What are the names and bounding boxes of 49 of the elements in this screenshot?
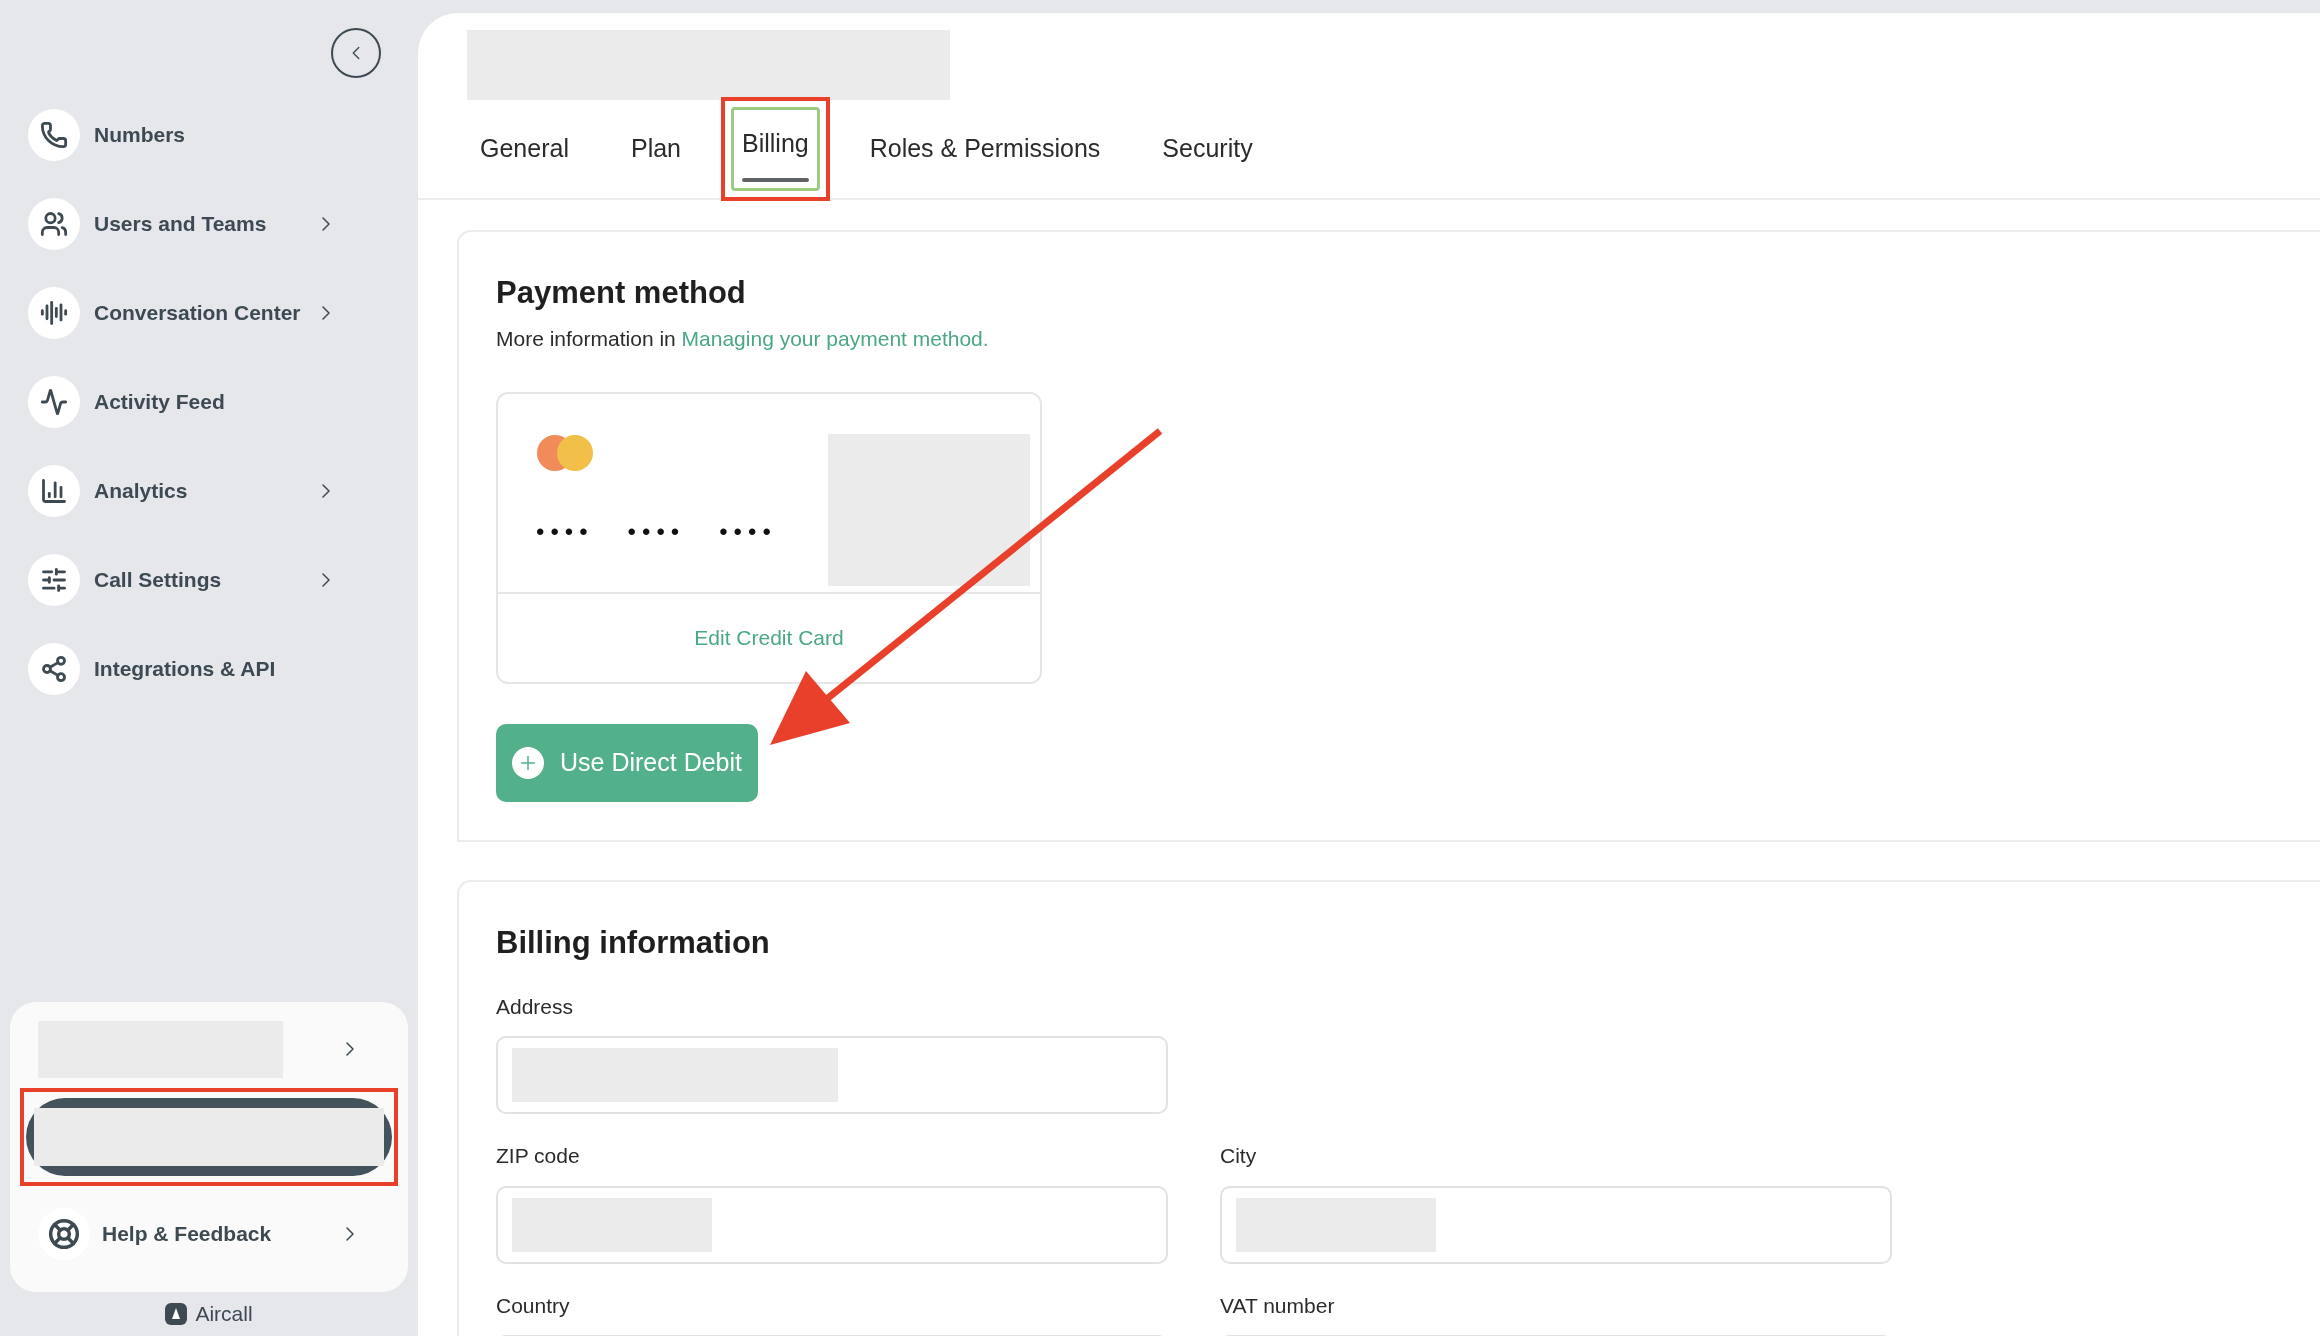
collapse-button[interactable] xyxy=(331,28,381,78)
logo-icon xyxy=(165,1303,188,1325)
sidebar-item[interactable]: Conversation Center xyxy=(0,268,418,357)
brand-name: Aircall xyxy=(195,1301,253,1328)
tab[interactable]: Plan xyxy=(608,107,703,191)
field-label: VAT number xyxy=(1220,1292,1336,1319)
field-label: ZIP code xyxy=(496,1143,581,1169)
tab[interactable]: Roles & Permissions xyxy=(847,107,1123,191)
sound-wave-icon xyxy=(40,298,68,327)
section-title: Billing information xyxy=(496,924,771,962)
sidebar-item[interactable]: Users and Teams xyxy=(0,179,418,268)
sidebar-item[interactable]: Help & Feedback xyxy=(20,1194,398,1274)
field-label: City xyxy=(1220,1143,1258,1169)
sidebar-item-label: Users and Teams xyxy=(94,210,267,237)
input-field[interactable] xyxy=(496,1185,1168,1264)
sidebar-item[interactable]: Numbers xyxy=(0,90,418,179)
account-switcher[interactable] xyxy=(26,1098,392,1176)
tab[interactable]: Security xyxy=(1140,107,1275,191)
nodes-icon xyxy=(40,654,68,683)
masked-digits: •••• xyxy=(536,517,594,547)
masked-digits: •••• xyxy=(719,517,777,547)
info-text: More information in Managing your payment method. xyxy=(496,325,990,352)
phone-icon xyxy=(40,120,68,149)
lifebuoy-icon xyxy=(48,1218,80,1250)
sidebar-item[interactable]: Analytics xyxy=(0,446,418,535)
plus-icon xyxy=(512,747,544,779)
sidebar-item-label: Call Settings xyxy=(94,566,222,593)
pulse-icon xyxy=(40,387,68,416)
field-label: Address xyxy=(496,993,575,1020)
sliders-icon xyxy=(40,565,68,594)
field-label: Country xyxy=(496,1292,571,1319)
section-title: Payment method xyxy=(496,274,747,312)
tab[interactable]: General xyxy=(458,107,591,191)
sidebar-item-label: Numbers xyxy=(94,121,186,148)
input-field[interactable] xyxy=(1220,1185,1892,1264)
tab[interactable]: Billing xyxy=(731,107,820,191)
users-icon xyxy=(40,209,68,238)
sidebar-item-label: Integrations & API xyxy=(94,655,276,682)
sidebar-item-label: Conversation Center xyxy=(94,299,301,326)
sidebar-item-label: Analytics xyxy=(94,477,188,504)
sidebar-item-label: Help & Feedback xyxy=(102,1221,272,1248)
bar-chart-icon xyxy=(40,476,68,505)
sidebar-item[interactable]: Activity Feed xyxy=(0,357,418,446)
input-field[interactable] xyxy=(496,1036,1168,1114)
card-brand-icon xyxy=(536,434,594,472)
sidebar-item[interactable]: Call Settings xyxy=(0,535,418,624)
sidebar-item[interactable]: Integrations & API xyxy=(0,624,418,713)
sidebar-item-label: Activity Feed xyxy=(94,388,225,415)
masked-digits: •••• xyxy=(627,517,686,547)
